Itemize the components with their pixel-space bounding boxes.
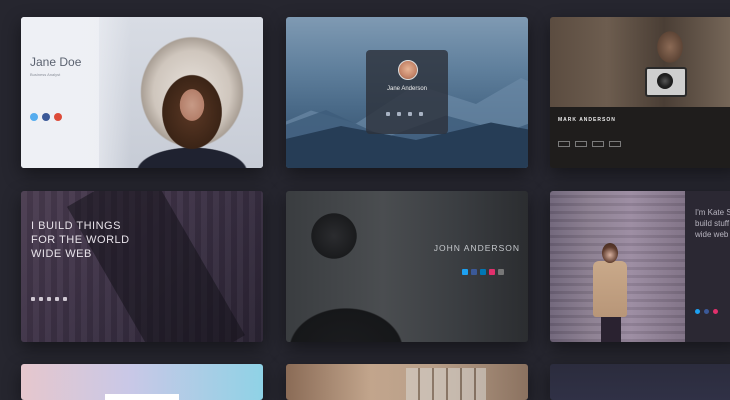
linkedin-icon[interactable] (480, 269, 486, 275)
social-links (462, 269, 504, 275)
facebook-icon[interactable] (704, 309, 709, 314)
profile-card-jane-anderson[interactable]: Jane Anderson (286, 17, 528, 168)
profile-card-room[interactable] (286, 364, 528, 400)
facebook-icon[interactable] (42, 113, 50, 121)
profile-box: Jane Anderson (366, 50, 448, 134)
instagram-icon[interactable] (408, 112, 412, 116)
white-panel (105, 394, 179, 400)
email-icon[interactable] (498, 269, 504, 275)
facebook-icon[interactable] (39, 297, 43, 301)
tag-button[interactable] (609, 141, 621, 147)
twitter-icon[interactable] (695, 309, 700, 314)
instagram-icon[interactable] (713, 309, 718, 314)
window-image (406, 368, 486, 400)
profile-card-gradient[interactable] (21, 364, 263, 400)
instagram-icon[interactable] (489, 269, 495, 275)
facebook-icon[interactable] (471, 269, 477, 275)
social-links (30, 113, 62, 121)
profile-name: MARK ANDERSON (558, 117, 616, 123)
camera-lens (657, 73, 673, 89)
profile-role: Business Analyst (30, 72, 61, 77)
email-icon[interactable] (419, 112, 423, 116)
person-head (602, 243, 618, 263)
profile-card-build-things[interactable]: I BUILD THINGS FOR THE WORLD WIDE WEB (21, 191, 263, 342)
profile-photo (286, 191, 528, 342)
profile-card-dark[interactable] (550, 364, 730, 400)
instagram-icon[interactable] (63, 297, 67, 301)
profile-name: JOHN ANDERSON (433, 243, 520, 253)
profile-card-jane-doe[interactable]: Jane Doe Business Analyst (21, 17, 263, 168)
profile-card-mark-anderson[interactable]: MARK ANDERSON (550, 17, 730, 168)
twitter-icon[interactable] (462, 269, 468, 275)
github-icon[interactable] (47, 297, 51, 301)
google-plus-icon[interactable] (54, 113, 62, 121)
avatar (398, 60, 418, 80)
person-legs (601, 317, 621, 342)
profile-card-john-anderson[interactable]: JOHN ANDERSON (286, 191, 528, 342)
profile-name: Jane Anderson (386, 86, 428, 92)
social-links (695, 309, 718, 314)
person-figure (593, 261, 627, 317)
twitter-icon[interactable] (386, 112, 390, 116)
twitter-icon[interactable] (30, 113, 38, 121)
profile-name: Jane Doe (30, 55, 82, 69)
profile-photo (550, 17, 730, 107)
photo-overlay (21, 17, 131, 168)
social-links (31, 297, 67, 301)
tag-button[interactable] (575, 141, 587, 147)
facebook-icon[interactable] (397, 112, 401, 116)
headline: I BUILD THINGS FOR THE WORLD WIDE WEB (31, 220, 130, 260)
headline: I'm Kate S build stuff wide web (695, 208, 730, 239)
profile-card-kate[interactable]: I'm Kate S build stuff wide web (550, 191, 730, 342)
tag-button[interactable] (592, 141, 604, 147)
tag-list (558, 141, 621, 147)
twitter-icon[interactable] (31, 297, 35, 301)
dribbble-icon[interactable] (55, 297, 59, 301)
social-links (386, 112, 423, 116)
tag-button[interactable] (558, 141, 570, 147)
